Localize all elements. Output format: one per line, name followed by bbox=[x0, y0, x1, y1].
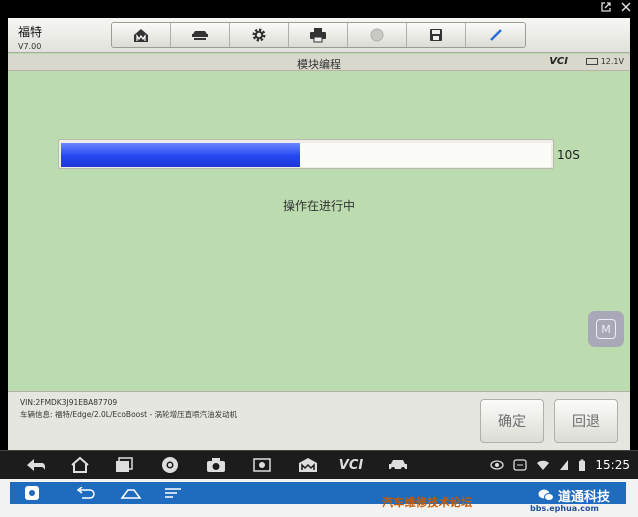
battery-icon bbox=[585, 58, 598, 65]
help-icon bbox=[370, 28, 384, 42]
vci-nav-button[interactable]: VCI bbox=[334, 455, 368, 475]
progress-timer: 10S bbox=[557, 148, 580, 162]
page-title: 模块编程 bbox=[297, 58, 341, 71]
screenshot-button[interactable] bbox=[248, 455, 276, 475]
floating-menu-button[interactable]: M bbox=[588, 311, 624, 347]
title-bar: 模块编程 VCI 12.1V bbox=[8, 54, 630, 71]
system-home-button[interactable] bbox=[120, 484, 142, 502]
footer-panel: VIN:2FMDK3J91EBA87709 车辆信息: 福特/Edge/2.0L… bbox=[8, 391, 630, 450]
screenshot-icon bbox=[253, 458, 271, 472]
close-icon[interactable] bbox=[620, 1, 632, 17]
browser-button[interactable] bbox=[156, 455, 184, 475]
browser-icon bbox=[162, 457, 178, 473]
back-arrow-icon bbox=[27, 459, 45, 471]
progress-bar bbox=[58, 139, 554, 169]
vehicle-lift-button[interactable] bbox=[171, 23, 230, 47]
recent-apps-button[interactable] bbox=[110, 455, 138, 475]
maxifix-button[interactable] bbox=[294, 455, 322, 475]
battery-status: 12.1V bbox=[585, 57, 624, 66]
ok-button[interactable]: 确定 bbox=[480, 399, 544, 443]
status-tray: 15:25 bbox=[490, 455, 630, 475]
signal-icon bbox=[560, 460, 569, 470]
home-icon bbox=[71, 456, 89, 473]
battery-voltage: 12.1V bbox=[600, 57, 624, 66]
remote-icon bbox=[25, 486, 39, 500]
external-link-icon[interactable] bbox=[600, 1, 612, 17]
tablet-navbar: VCI 15:25 bbox=[0, 450, 638, 479]
edit-icon bbox=[489, 29, 502, 41]
status-message: 操作在进行中 bbox=[282, 199, 355, 213]
battery-icon bbox=[579, 459, 586, 471]
help-button[interactable] bbox=[348, 23, 407, 47]
vehicle-make-label: 福特 bbox=[18, 25, 43, 39]
forum-watermark: 汽车维修技术论坛 bbox=[382, 496, 473, 509]
toolbar bbox=[111, 22, 526, 48]
print-icon bbox=[310, 28, 326, 43]
notification-icon bbox=[513, 459, 528, 471]
back-nav-button[interactable] bbox=[22, 455, 50, 475]
brand-text: 道通科技 bbox=[558, 489, 611, 505]
camera-button[interactable] bbox=[202, 455, 230, 475]
system-bar: 道通科技 汽车维修技术论坛 bbs.ephua.com bbox=[0, 479, 638, 517]
settings-button[interactable] bbox=[230, 23, 289, 47]
eye-icon bbox=[490, 460, 505, 470]
wifi-icon bbox=[537, 460, 550, 470]
home-button[interactable] bbox=[112, 23, 171, 47]
edit-button[interactable] bbox=[466, 23, 525, 47]
car-icon bbox=[389, 460, 407, 471]
wechat-icon bbox=[538, 489, 554, 501]
home-icon bbox=[120, 489, 142, 499]
diagnostic-app: 福特 V7.00 模块编程 VCI 12.1V 10S 操作在进行中 M VIN… bbox=[8, 18, 630, 450]
window-top-strip bbox=[0, 0, 638, 18]
recent-apps-icon bbox=[116, 457, 133, 472]
progress-fill bbox=[61, 143, 303, 167]
vehicle-lift-icon bbox=[192, 31, 208, 40]
vci-status-icon: VCI bbox=[549, 56, 568, 67]
save-button[interactable] bbox=[407, 23, 466, 47]
forum-url: bbs.ephua.com bbox=[530, 504, 599, 513]
settings-icon bbox=[252, 28, 266, 42]
app-header: 福特 V7.00 bbox=[8, 18, 630, 53]
system-back-button[interactable] bbox=[76, 484, 96, 502]
progress-remaining bbox=[300, 143, 551, 167]
home-nav-button[interactable] bbox=[66, 455, 94, 475]
m-icon: M bbox=[596, 319, 616, 339]
vin-label: VIN:2FMDK3J91EBA87709 bbox=[20, 398, 118, 407]
m-logo-icon bbox=[299, 458, 317, 472]
camera-icon bbox=[207, 458, 225, 472]
print-button[interactable] bbox=[289, 23, 348, 47]
system-nav-strip: 道通科技 bbox=[10, 482, 626, 505]
back-arrow-icon bbox=[76, 487, 95, 499]
version-label: V7.00 bbox=[18, 42, 42, 51]
vehicle-info-label: 车辆信息: 福特/Edge/2.0L/EcoBoost - 涡轮增压直喷汽油发动… bbox=[20, 410, 238, 419]
save-icon bbox=[430, 29, 442, 41]
home-icon bbox=[134, 29, 148, 42]
brand-block: 福特 V7.00 bbox=[18, 23, 42, 51]
vehicle-button[interactable] bbox=[384, 455, 412, 475]
remote-control-button[interactable] bbox=[24, 484, 40, 502]
menu-icon bbox=[165, 488, 181, 498]
brand-badge: 道通科技 bbox=[538, 485, 610, 505]
clock: 15:25 bbox=[595, 458, 630, 472]
back-button[interactable]: 回退 bbox=[554, 399, 618, 443]
system-menu-button[interactable] bbox=[164, 484, 182, 502]
